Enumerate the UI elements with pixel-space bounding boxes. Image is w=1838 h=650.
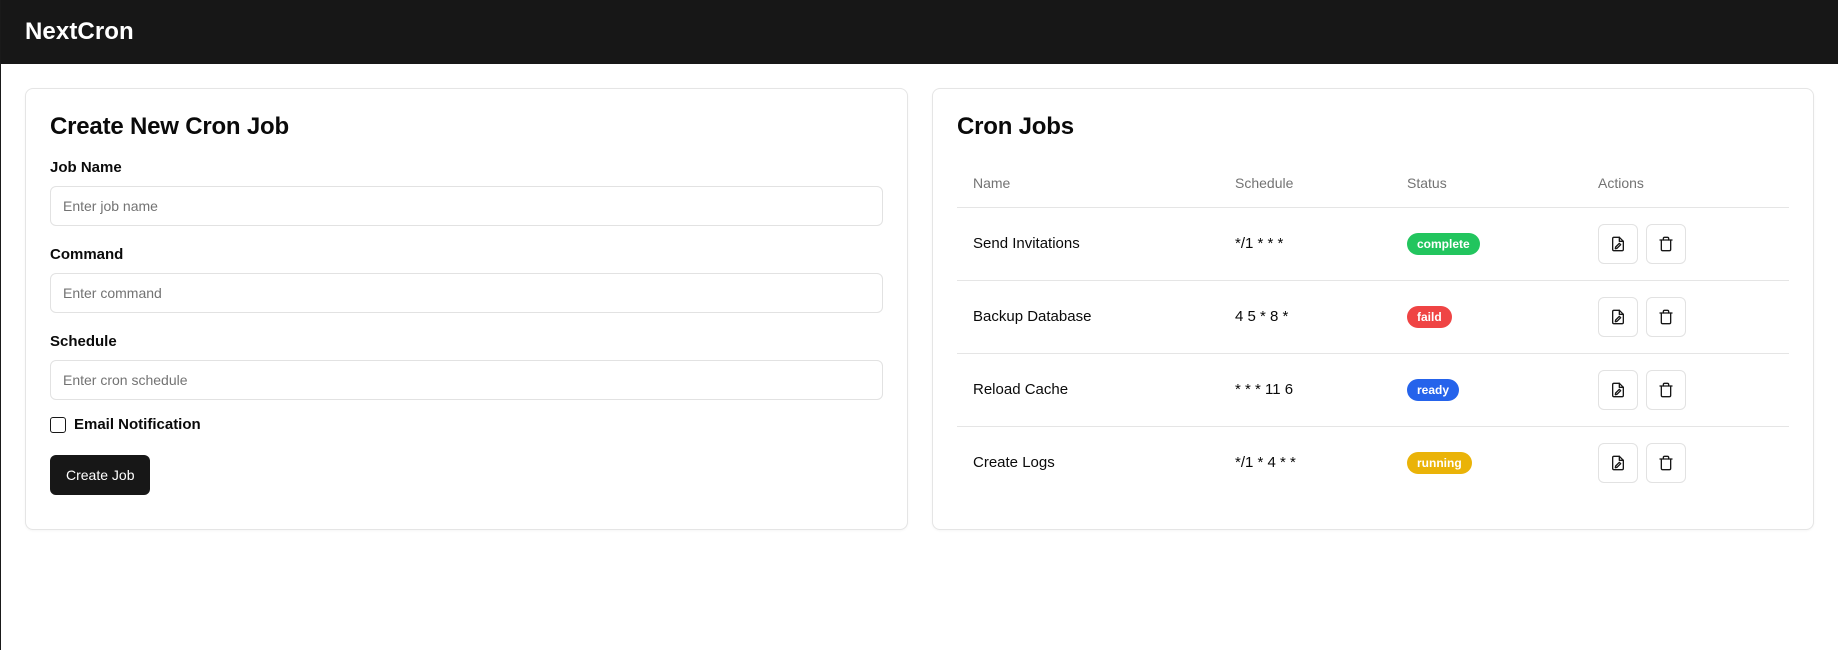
- edit-icon: [1612, 455, 1624, 471]
- create-job-card: Create New Cron Job Job Name Command Sch…: [25, 88, 908, 530]
- job-schedule-cell: */1 * * *: [1219, 207, 1391, 281]
- column-header-actions: Actions: [1582, 159, 1789, 208]
- job-name-field: Job Name: [50, 159, 883, 226]
- delete-job-button[interactable]: [1646, 223, 1686, 264]
- edit-icon: [1612, 382, 1624, 397]
- schedule-input[interactable]: [50, 360, 883, 400]
- cron-jobs-table: Name Schedule Status Actions Send Invita…: [957, 159, 1789, 499]
- column-header-schedule: Schedule: [1219, 159, 1391, 208]
- table-header-row: Name Schedule Status Actions: [957, 159, 1789, 208]
- job-name-cell: Create Logs: [973, 454, 1055, 472]
- edit-job-button[interactable]: [1598, 442, 1638, 483]
- edit-job-button[interactable]: [1598, 369, 1638, 410]
- brand-logo-text[interactable]: NextCron: [25, 18, 134, 46]
- row-actions: [1598, 296, 1773, 337]
- cron-jobs-card: Cron Jobs Name Schedule Status Actions S…: [932, 88, 1814, 530]
- main-content: Create New Cron Job Job Name Command Sch…: [1, 64, 1838, 530]
- schedule-field: Schedule: [50, 333, 883, 400]
- edit-icon: [1612, 309, 1624, 324]
- edit-job-button[interactable]: [1598, 223, 1638, 264]
- create-job-button[interactable]: Create Job: [50, 455, 151, 495]
- delete-job-button[interactable]: [1646, 442, 1686, 483]
- status-badge: ready: [1407, 378, 1460, 401]
- schedule-label: Schedule: [50, 333, 117, 350]
- delete-job-button[interactable]: [1646, 296, 1686, 337]
- table-row: Create Logs */1 * 4 * * running: [957, 426, 1789, 499]
- row-actions: [1598, 223, 1773, 264]
- trash-icon: [1659, 455, 1673, 471]
- column-header-name: Name: [957, 159, 1219, 208]
- job-schedule-cell: 4 5 * 8 *: [1219, 280, 1391, 354]
- edit-job-button[interactable]: [1598, 296, 1638, 337]
- command-input[interactable]: [50, 273, 883, 313]
- job-name-label: Job Name: [50, 159, 122, 176]
- trash-icon: [1659, 309, 1673, 324]
- job-schedule-cell: */1 * 4 * *: [1235, 454, 1296, 472]
- app-frame: NextCron Create New Cron Job Job Name Co…: [0, 0, 1838, 650]
- job-schedule-cell: * * * 11 6: [1219, 353, 1391, 427]
- create-job-title: Create New Cron Job: [50, 113, 289, 140]
- table-row: Send Invitations */1 * * * complete: [957, 207, 1789, 281]
- row-actions: [1598, 442, 1773, 483]
- row-actions: [1598, 369, 1773, 410]
- trash-icon: [1659, 382, 1673, 397]
- column-header-status: Status: [1391, 159, 1582, 208]
- command-field: Command: [50, 246, 883, 313]
- status-badge: faild: [1407, 305, 1452, 328]
- job-name-cell: Backup Database: [957, 280, 1219, 354]
- command-label: Command: [50, 246, 124, 263]
- email-notification-row: Email Notification: [50, 416, 883, 433]
- trash-icon: [1659, 236, 1673, 251]
- table-row: Reload Cache * * * 11 6 ready: [957, 353, 1789, 427]
- cron-jobs-title: Cron Jobs: [957, 113, 1074, 140]
- job-name-cell: Send Invitations: [957, 207, 1219, 281]
- delete-job-button[interactable]: [1646, 369, 1686, 410]
- table-row: Backup Database 4 5 * 8 * faild: [957, 280, 1789, 354]
- status-badge: running: [1407, 451, 1472, 474]
- status-badge: complete: [1407, 232, 1480, 255]
- email-notification-checkbox[interactable]: [50, 416, 66, 433]
- edit-icon: [1612, 236, 1624, 251]
- job-name-cell: Reload Cache: [957, 353, 1219, 427]
- top-navbar: NextCron: [1, 0, 1838, 64]
- email-notification-label[interactable]: Email Notification: [74, 416, 201, 433]
- job-name-input[interactable]: [50, 186, 883, 226]
